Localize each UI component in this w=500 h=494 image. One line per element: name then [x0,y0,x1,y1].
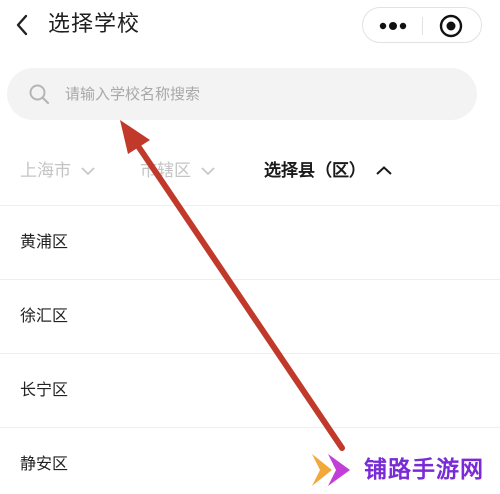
chevron-down-icon [81,167,95,176]
search-bar[interactable] [7,68,477,120]
chevron-left-icon[interactable] [10,10,34,40]
list-item[interactable]: 黄浦区 [0,205,500,279]
chevron-up-icon [376,166,392,175]
tab-select-county-label: 选择县（区） [264,161,366,181]
site-watermark: 铺路手游网 [304,448,500,494]
watermark-logo-icon [312,454,350,486]
tab-municipal-district-label: 市辖区 [140,161,191,181]
district-label: 黄浦区 [20,232,69,251]
search-icon [29,84,50,105]
more-dots-icon[interactable] [375,16,411,36]
district-label: 静安区 [20,454,69,473]
tab-city[interactable]: 上海市 [20,150,95,192]
capsule-divider [422,17,423,35]
list-item[interactable]: 长宁区 [0,353,500,427]
chevron-down-icon [201,167,215,176]
list-item[interactable]: 徐汇区 [0,279,500,353]
watermark-text: 铺路手游网 [364,457,484,483]
district-label: 徐汇区 [20,306,69,325]
tab-municipal-district[interactable]: 市辖区 [140,150,215,192]
search-input[interactable] [65,80,445,108]
tab-city-label: 上海市 [20,161,71,181]
tab-select-county[interactable]: 选择县（区） [264,150,392,192]
annotation-arrow-head [120,120,150,154]
target-circle-icon[interactable] [439,14,463,38]
region-selector: 上海市 市辖区 选择县（区） [0,150,500,192]
mini-program-capsule [362,7,482,43]
district-label: 长宁区 [20,380,69,399]
nav-bar: 选择学校 [0,0,500,56]
page-title: 选择学校 [48,12,141,37]
